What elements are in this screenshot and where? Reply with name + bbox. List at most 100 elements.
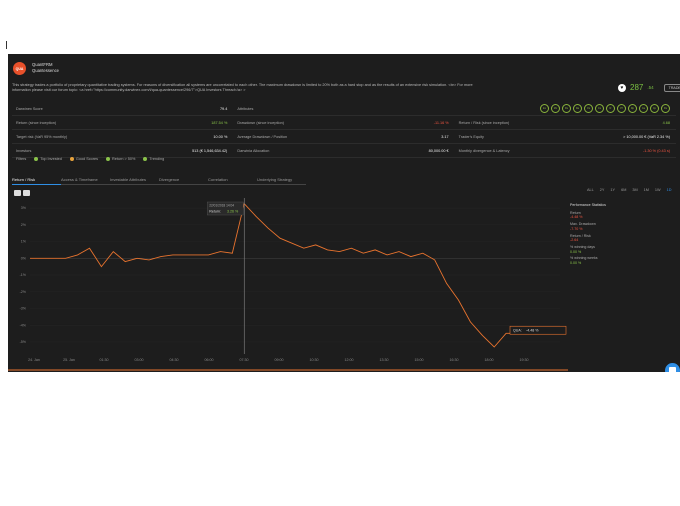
attribute-badge-icon[interactable]: Mc <box>550 104 560 113</box>
filter-label: Trending <box>149 157 165 161</box>
filters-bar: Filters Top Invested Good Scores Return > 5… <box>16 157 164 161</box>
x-tick-label: 16:30 <box>450 358 459 362</box>
return-chart: 3% 2% 1% 0% -1% -2% -3% -4% -5% 24. Jan 25. Jan 01:… <box>8 198 568 371</box>
attribute-badge-icon[interactable]: Ca <box>638 104 648 113</box>
range-option[interactable]: 1W <box>655 188 661 192</box>
stat-label: Return (since inception) <box>16 120 57 125</box>
range-option[interactable]: ALL <box>587 188 594 192</box>
x-tick-label: 19:30 <box>520 358 529 362</box>
strategy-name: Quantessence <box>32 68 60 73</box>
stats-row: Return (since inception) 187.54 % Drawdown… <box>12 116 676 130</box>
filter-dot-icon <box>106 157 111 161</box>
chart-tabs: Return / Risk Access & Timeframe Investabl… <box>12 177 306 185</box>
attribute-badge-icon[interactable]: Cs <box>594 104 604 113</box>
end-label-name: QUA: <box>513 328 522 332</box>
filter-dot-icon <box>69 157 74 161</box>
perf-value: 0.00 % <box>570 261 582 266</box>
avatar[interactable]: QUA <box>13 62 26 75</box>
attribute-badge-icon[interactable]: Ds <box>660 104 670 113</box>
stat-label: Target risk (VaR 95% monthly) <box>16 134 68 139</box>
x-tick-label: 13:30 <box>380 358 389 362</box>
x-tick-label: 04:30 <box>170 358 179 362</box>
perf-item: Return -4.48 % <box>570 211 606 220</box>
perf-value: -2.64 <box>570 238 579 243</box>
attribute-badge-icon[interactable]: Ra <box>572 104 582 113</box>
stats-cell: Darwinex Score 79.4 <box>12 107 233 111</box>
filter-chip[interactable]: Trending <box>143 157 164 161</box>
stat-label: Attributes <box>237 106 254 111</box>
stats-cell: Average Drawdown / Position 3.17 <box>233 135 454 139</box>
y-tick-label: -5% <box>20 340 27 344</box>
stat-label: Average Drawdown / Position <box>237 134 288 139</box>
trader-name[interactable]: QuantFRM <box>32 62 52 67</box>
y-tick-label: 2% <box>21 223 27 227</box>
x-tick-label: 12:00 <box>345 358 354 362</box>
attribute-badge-icon[interactable]: Rp <box>627 104 637 113</box>
x-tick-label: 09:00 <box>275 358 284 362</box>
stat-value: 79.4 <box>219 106 228 111</box>
price-integer: 287 <box>630 83 644 92</box>
end-label-value: -4.48 % <box>526 328 539 332</box>
y-tick-label: -3% <box>20 307 27 311</box>
filter-chip[interactable]: Good Scores <box>69 157 98 161</box>
attribute-badge-icon[interactable]: Pf <box>616 104 626 113</box>
stats-cell: Drawdown (since inception) -11.16 % <box>233 121 454 125</box>
range-option[interactable]: 3M <box>632 188 637 192</box>
filter-chip[interactable]: Top Invested <box>34 157 62 161</box>
stats-row: Darwinex Score 79.4 Attributes Ex Mc Rs Ra Os Cs… <box>12 102 676 116</box>
x-tick-label: 03:00 <box>135 358 144 362</box>
range-option[interactable]: 1D <box>667 188 672 192</box>
range-option[interactable]: 6M <box>621 188 626 192</box>
filter-dot-icon <box>34 157 39 161</box>
x-tick-label: 01:30 <box>100 358 109 362</box>
tooltip: 22/01/2018 14:04 Return: 3.26 % <box>207 201 244 216</box>
stats-cell: Ex Mc Rs Ra Os Cs R Pf Rp Ca Cp Ds <box>455 104 676 113</box>
chart-tab[interactable]: Return / Risk <box>12 177 61 185</box>
stats-table: Darwinex Score 79.4 Attributes Ex Mc Rs Ra Os Cs… <box>12 102 676 158</box>
filter-chip[interactable]: Return > 50% <box>106 157 135 161</box>
performance-statistics: Performance Statistics Return -4.48 % Max. … <box>570 203 606 268</box>
attribute-badge-icon[interactable]: Ex <box>539 104 549 113</box>
stat-value: 10.00 % <box>213 134 228 139</box>
x-tick-label: 18:00 <box>485 358 494 362</box>
attribute-badge-icon[interactable]: R <box>605 104 615 113</box>
range-option[interactable]: 2Y <box>600 188 605 192</box>
x-tick-label: 06:00 <box>205 358 214 362</box>
attribute-badge-icon[interactable]: Cp <box>649 104 659 113</box>
stats-cell: Trader's Equity > 10,000.00 € (VaR 2.34 %… <box>455 135 676 139</box>
chart-tab[interactable]: Investable Attributes <box>110 177 159 185</box>
heart-icon[interactable]: ♥ <box>618 83 626 92</box>
chart-tab[interactable]: Correlation <box>208 177 257 185</box>
filters-label: Filters <box>16 157 27 161</box>
stats-cell: Investors 513 (€ 1,546,634.42) <box>12 149 233 153</box>
stat-value: > 10,000.00 € (VaR 2.34 %) <box>623 134 670 139</box>
chat-icon[interactable] <box>665 363 680 372</box>
perf-title: Performance Statistics <box>570 203 606 207</box>
stat-label: Monthly divergence & Latency <box>458 148 510 153</box>
stat-value: 513 (€ 1,546,634.42) <box>192 148 228 153</box>
range-option[interactable]: 1M <box>644 188 649 192</box>
perf-value: -4.48 % <box>570 215 583 220</box>
stat-value: -11.16 % <box>433 120 449 125</box>
stats-cell: Return (since inception) 187.54 % <box>12 121 233 125</box>
attribute-badge-icon[interactable]: Os <box>583 104 593 113</box>
stat-label: Darwinia Allocation <box>237 148 270 153</box>
strategy-panel: QUA QuantFRM Quantessence This strategy … <box>8 54 680 372</box>
perf-item: Max. Drawdown -7.70 % <box>570 222 606 231</box>
chart-tab[interactable]: Access & Timeframe <box>61 177 110 185</box>
x-tick-label: 07:30 <box>240 358 249 362</box>
stats-row: Target risk (VaR 95% monthly) 10.00 % Aver… <box>12 130 676 144</box>
y-tick-label: 0% <box>21 256 27 260</box>
chart-tab[interactable]: Divergence <box>159 177 208 185</box>
stat-label: Drawdown (since inception) <box>237 120 284 125</box>
stat-value: 80,000.00 € <box>428 148 449 153</box>
perf-item: % winning weeks 0.00 % <box>570 256 606 265</box>
stat-value: -1.30 % (0.43 s) <box>642 148 670 153</box>
range-option[interactable]: 1Y <box>610 188 615 192</box>
y-tick-label: 3% <box>21 206 27 210</box>
y-tick-label: -4% <box>20 323 27 327</box>
stat-value: 3.17 <box>441 134 449 139</box>
trade-button[interactable]: TRADE <box>663 83 680 92</box>
attribute-badge-icon[interactable]: Rs <box>561 104 571 113</box>
chart-tab[interactable]: Underlying Strategy <box>257 177 306 185</box>
